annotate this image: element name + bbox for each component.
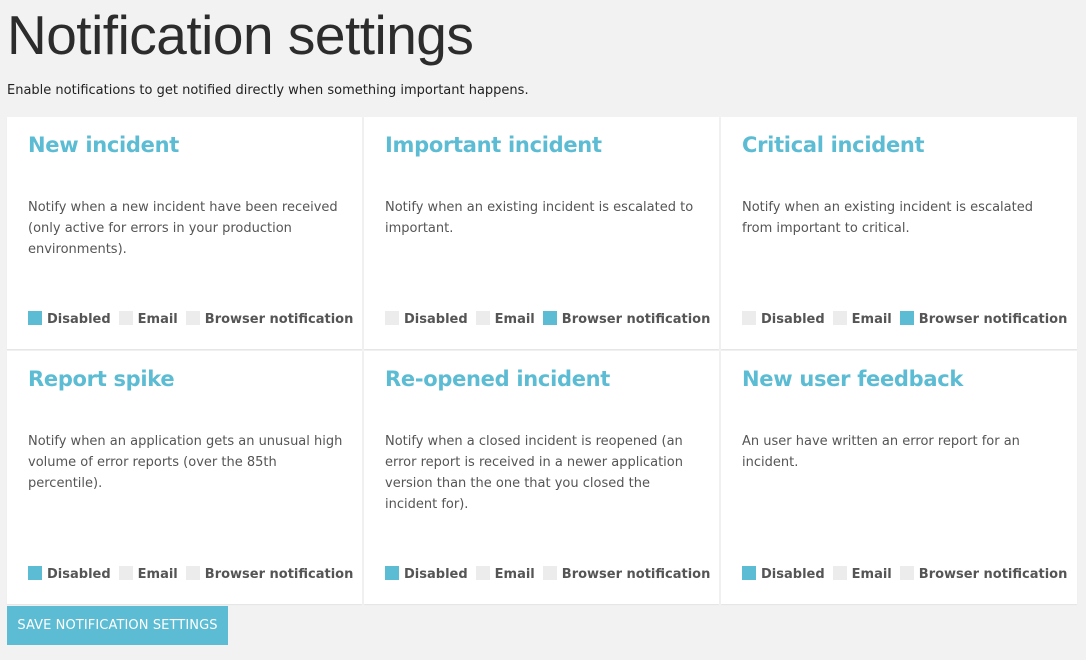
checkbox[interactable]	[742, 565, 756, 580]
notification-options: Disabled Email Browser notification	[28, 565, 361, 582]
option-browser-notification[interactable]: Browser notification	[542, 565, 715, 582]
card-title: New incident	[28, 133, 179, 157]
checkbox[interactable]	[742, 310, 756, 325]
option-browser-notification[interactable]: Browser notification	[185, 565, 358, 582]
option-email[interactable]: Email	[832, 310, 896, 327]
option-label: Browser notification	[204, 567, 354, 582]
card-description: Notify when a closed incident is reopene…	[385, 434, 683, 512]
card-description: Notify when a new incident have been rec…	[28, 200, 338, 257]
checkbox[interactable]	[475, 565, 490, 580]
checkbox[interactable]	[118, 565, 133, 580]
card-new-user-feedback: New user feedback An user have written a…	[721, 351, 1077, 604]
checkbox[interactable]	[832, 565, 847, 580]
card-title: New user feedback	[742, 367, 964, 391]
option-disabled[interactable]: Disabled	[385, 565, 472, 582]
save-notification-settings-button[interactable]: SAVE NOTIFICATION SETTINGS	[7, 606, 228, 645]
option-label: Disabled	[47, 567, 111, 582]
option-label: Email	[851, 567, 892, 582]
page-title: Notification settings	[7, 4, 474, 66]
option-label: Browser notification	[918, 567, 1068, 582]
option-email[interactable]: Email	[118, 310, 182, 327]
checkbox[interactable]	[28, 565, 42, 580]
card-reopened-incident: Re-opened incident Notify when a closed …	[364, 351, 719, 604]
card-description: Notify when an application gets an unusu…	[28, 434, 343, 491]
option-label: Disabled	[404, 567, 468, 582]
notification-options: Disabled Email Browser notification	[742, 565, 1075, 582]
option-label: Browser notification	[918, 312, 1068, 327]
option-email[interactable]: Email	[475, 565, 539, 582]
card-report-spike: Report spike Notify when an application …	[7, 351, 362, 604]
checkbox[interactable]	[385, 310, 399, 325]
notification-grid: New incident Notify when a new incident …	[7, 117, 1077, 604]
checkbox[interactable]	[832, 310, 847, 325]
option-label: Email	[494, 312, 535, 327]
card-new-incident: New incident Notify when a new incident …	[7, 117, 362, 349]
option-disabled[interactable]: Disabled	[742, 565, 829, 582]
checkbox[interactable]	[385, 565, 399, 580]
option-email[interactable]: Email	[118, 565, 182, 582]
card-title: Re-opened incident	[385, 367, 611, 391]
notification-options: Disabled Email Browser notification	[742, 310, 1075, 327]
option-browser-notification[interactable]: Browser notification	[185, 310, 358, 327]
card-title: Important incident	[385, 133, 602, 157]
card-title: Critical incident	[742, 133, 925, 157]
page-description: Enable notifications to get notified dir…	[7, 83, 529, 98]
checkbox[interactable]	[542, 565, 557, 580]
checkbox[interactable]	[118, 310, 133, 325]
card-important-incident: Important incident Notify when an existi…	[364, 117, 719, 349]
option-label: Browser notification	[561, 312, 711, 327]
option-label: Disabled	[404, 312, 468, 327]
checkbox[interactable]	[475, 310, 490, 325]
card-critical-incident: Critical incident Notify when an existin…	[721, 117, 1077, 349]
option-email[interactable]: Email	[475, 310, 539, 327]
option-disabled[interactable]: Disabled	[385, 310, 472, 327]
option-label: Email	[494, 567, 535, 582]
option-browser-notification[interactable]: Browser notification	[899, 310, 1072, 327]
checkbox[interactable]	[28, 310, 42, 325]
checkbox[interactable]	[542, 310, 557, 325]
option-label: Email	[851, 312, 892, 327]
option-disabled[interactable]: Disabled	[28, 310, 115, 327]
option-label: Email	[137, 312, 178, 327]
option-disabled[interactable]: Disabled	[28, 565, 115, 582]
notification-options: Disabled Email Browser notification	[28, 310, 361, 327]
card-description: Notify when an existing incident is esca…	[385, 200, 694, 236]
option-label: Browser notification	[561, 567, 711, 582]
checkbox[interactable]	[899, 565, 914, 580]
option-label: Disabled	[47, 312, 111, 327]
option-email[interactable]: Email	[832, 565, 896, 582]
card-description: Notify when an existing incident is esca…	[742, 200, 1033, 236]
notification-options: Disabled Email Browser notification	[385, 565, 718, 582]
option-label: Browser notification	[204, 312, 354, 327]
card-title: Report spike	[28, 367, 175, 391]
option-label: Disabled	[761, 312, 825, 327]
option-disabled[interactable]: Disabled	[742, 310, 829, 327]
checkbox[interactable]	[899, 310, 914, 325]
option-label: Disabled	[761, 567, 825, 582]
option-label: Email	[137, 567, 178, 582]
checkbox[interactable]	[185, 565, 200, 580]
card-description: An user have written an error report for…	[742, 434, 1020, 470]
option-browser-notification[interactable]: Browser notification	[542, 310, 715, 327]
notification-options: Disabled Email Browser notification	[385, 310, 718, 327]
checkbox[interactable]	[185, 310, 200, 325]
option-browser-notification[interactable]: Browser notification	[899, 565, 1072, 582]
